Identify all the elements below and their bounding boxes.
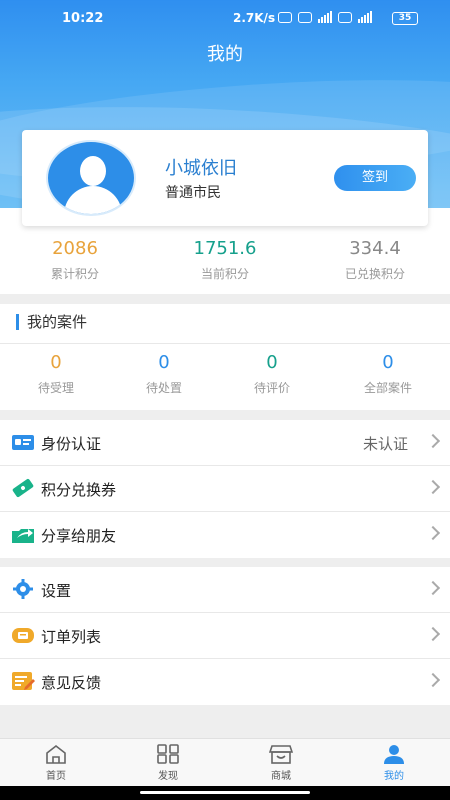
point-current[interactable]: 1751.6 当前积分 bbox=[150, 238, 300, 282]
case-pending-accept[interactable]: 0 待受理 bbox=[0, 352, 112, 396]
nav-label: 我的 bbox=[384, 771, 404, 782]
id-card-icon bbox=[12, 435, 34, 450]
chevron-right-icon bbox=[425, 580, 441, 596]
chevron-right-icon bbox=[425, 672, 441, 688]
home-icon bbox=[46, 744, 66, 764]
nav-mine[interactable]: 我的 bbox=[338, 739, 450, 787]
my-cases-section: 我的案件 0 待受理 0 待处置 0 待评价 0 全部案件 bbox=[0, 304, 450, 410]
menu-item-feedback[interactable]: 意见反馈 bbox=[0, 659, 450, 705]
hd-icon bbox=[298, 11, 312, 23]
point-label: 已兑换积分 bbox=[344, 267, 405, 281]
signal-icon bbox=[318, 11, 332, 23]
profile-card[interactable]: 小城依旧 普通市民 签到 bbox=[22, 130, 428, 226]
menu-label: 意见反馈 bbox=[41, 674, 102, 692]
nav-home[interactable]: 首页 bbox=[0, 739, 112, 787]
menu-label: 订单列表 bbox=[41, 628, 102, 646]
nav-shop[interactable]: 商城 bbox=[225, 739, 337, 787]
point-label: 累计积分 bbox=[50, 267, 99, 281]
gear-icon bbox=[13, 579, 33, 599]
case-count: 0 bbox=[50, 352, 62, 373]
case-count: 0 bbox=[266, 352, 278, 373]
nav-label: 商城 bbox=[271, 771, 291, 782]
system-home-bar bbox=[0, 786, 450, 800]
menu-label: 分享给朋友 bbox=[41, 527, 117, 545]
nav-discover[interactable]: 发现 bbox=[112, 739, 224, 787]
menu-item-orders[interactable]: 订单列表 bbox=[0, 613, 450, 659]
case-label: 待评价 bbox=[253, 381, 290, 395]
home-indicator[interactable] bbox=[140, 791, 310, 794]
avatar[interactable] bbox=[46, 140, 136, 216]
case-label: 待处置 bbox=[145, 381, 182, 395]
case-pending-review[interactable]: 0 待评价 bbox=[216, 352, 328, 396]
feedback-icon bbox=[12, 672, 35, 690]
menu-item-identity[interactable]: 身份认证 未认证 bbox=[0, 420, 450, 466]
status-bar: 10:22 2.7K/s 35 bbox=[0, 0, 450, 36]
menu-group-account: 身份认证 未认证 积分兑换券 分享给朋友 bbox=[0, 420, 450, 558]
menu-item-share[interactable]: 分享给朋友 bbox=[0, 512, 450, 558]
divider bbox=[0, 343, 450, 344]
cases-title: 我的案件 bbox=[16, 314, 87, 330]
order-icon bbox=[12, 628, 34, 643]
avatar-body bbox=[64, 186, 122, 214]
menu-label: 设置 bbox=[41, 582, 72, 600]
chevron-right-icon bbox=[425, 626, 441, 642]
point-total[interactable]: 2086 累计积分 bbox=[0, 238, 150, 282]
case-count: 0 bbox=[158, 352, 170, 373]
alarm-icon bbox=[278, 11, 292, 23]
grid-icon bbox=[157, 744, 179, 764]
status-icons bbox=[278, 11, 372, 23]
status-time: 10:22 bbox=[62, 11, 104, 26]
chevron-right-icon bbox=[425, 479, 441, 495]
hd-icon bbox=[338, 11, 352, 23]
bottom-nav: 首页 发现 商城 我的 bbox=[0, 738, 450, 786]
share-icon bbox=[12, 529, 34, 543]
nav-label: 发现 bbox=[158, 771, 178, 782]
shop-icon bbox=[269, 745, 293, 764]
chevron-right-icon bbox=[425, 525, 441, 541]
identity-status: 未认证 bbox=[362, 435, 408, 453]
profile-role: 普通市民 bbox=[165, 185, 221, 201]
menu-group-general: 设置 订单列表 意见反馈 bbox=[0, 567, 450, 705]
point-redeemed[interactable]: 334.4 已兑换积分 bbox=[300, 238, 450, 282]
user-icon bbox=[384, 745, 404, 764]
status-network-speed: 2.7K/s bbox=[233, 11, 276, 25]
menu-item-settings[interactable]: 设置 bbox=[0, 567, 450, 613]
case-pending-handle[interactable]: 0 待处置 bbox=[108, 352, 220, 396]
point-value: 1751.6 bbox=[193, 238, 257, 259]
point-value: 2086 bbox=[52, 238, 98, 259]
coupon-icon bbox=[12, 478, 34, 498]
point-label: 当前积分 bbox=[200, 267, 249, 281]
menu-label: 积分兑换券 bbox=[41, 481, 117, 499]
case-all[interactable]: 0 全部案件 bbox=[332, 352, 444, 396]
nav-label: 首页 bbox=[46, 771, 66, 782]
menu-label: 身份认证 bbox=[41, 435, 102, 453]
checkin-button[interactable]: 签到 bbox=[334, 165, 416, 191]
avatar-head bbox=[80, 156, 106, 186]
point-value: 334.4 bbox=[349, 238, 401, 259]
battery-icon: 35 bbox=[392, 12, 418, 25]
page-title: 我的 bbox=[207, 44, 243, 65]
signal-icon bbox=[358, 11, 372, 23]
chevron-right-icon bbox=[425, 433, 441, 449]
case-count: 0 bbox=[382, 352, 394, 373]
case-label: 全部案件 bbox=[363, 381, 412, 395]
profile-name: 小城依旧 bbox=[165, 158, 237, 179]
case-label: 待受理 bbox=[37, 381, 74, 395]
menu-item-coupons[interactable]: 积分兑换券 bbox=[0, 466, 450, 512]
